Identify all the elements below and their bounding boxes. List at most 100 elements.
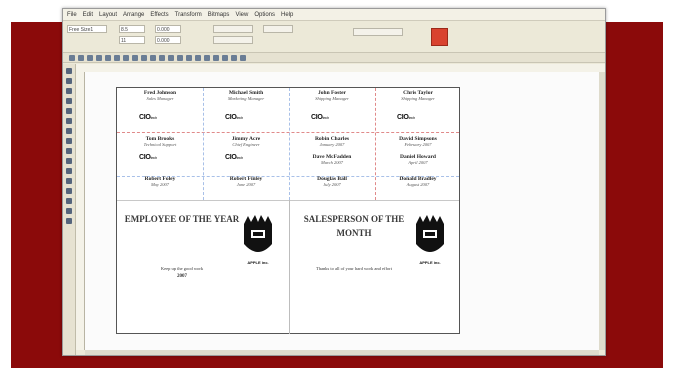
drawing-canvas[interactable]: Fred Johnson Sales Manager Michael Smith… bbox=[85, 72, 599, 350]
ellipse-tool-icon[interactable] bbox=[66, 128, 72, 134]
standard-toolbar bbox=[63, 53, 605, 63]
company-logo: CIOtech bbox=[139, 154, 157, 161]
company-logo: CIOtech bbox=[225, 114, 243, 121]
name-tag-card[interactable]: Donald Bradley August 2007 bbox=[375, 176, 461, 187]
align-left-icon[interactable] bbox=[168, 54, 174, 61]
page-size-select[interactable]: Free Size1 bbox=[67, 25, 107, 33]
company-logo: CIOtech bbox=[225, 154, 243, 161]
y-position-field[interactable]: 0.000 bbox=[155, 36, 181, 44]
import-icon[interactable] bbox=[150, 54, 156, 61]
rectangle-tool-icon[interactable] bbox=[66, 118, 72, 124]
group-icon[interactable] bbox=[195, 54, 201, 61]
freehand-tool-icon[interactable] bbox=[66, 108, 72, 114]
crest-label: APPLE inc. bbox=[419, 260, 441, 265]
award-certificate[interactable]: EMPLOYEE OF THE YEAR Keep up the good wo… bbox=[117, 200, 289, 334]
name-tag-card[interactable]: Robert Finley June 2007 bbox=[203, 176, 289, 187]
name-tag-card[interactable]: David Simpsons February 2007 bbox=[375, 136, 461, 147]
crop-tool-icon[interactable] bbox=[66, 88, 72, 94]
menu-help[interactable]: Help bbox=[281, 12, 293, 18]
company-logo: CIOtech bbox=[311, 114, 329, 121]
align-center-icon[interactable] bbox=[177, 54, 183, 61]
nudge-field[interactable] bbox=[263, 25, 293, 33]
export-icon[interactable] bbox=[159, 54, 165, 61]
name-tag-card[interactable]: Robin Charles January 2007 bbox=[289, 136, 375, 147]
pick-tool-icon[interactable] bbox=[66, 68, 72, 74]
award-year: 2007 bbox=[177, 274, 187, 279]
rotation-field[interactable] bbox=[213, 36, 253, 44]
copy-icon[interactable] bbox=[114, 54, 120, 61]
property-bar: Free Size1 8.5 11 0.000 0.000 bbox=[63, 22, 605, 53]
dimension-tool-icon[interactable] bbox=[66, 168, 72, 174]
menu-arrange[interactable]: Arrange bbox=[123, 12, 144, 18]
units-select[interactable] bbox=[353, 28, 403, 36]
name-tag-card[interactable]: John Foster Shipping Manager bbox=[289, 90, 375, 101]
guideline[interactable] bbox=[117, 132, 459, 133]
card-title: May 2007 bbox=[150, 182, 170, 187]
name-tag-card[interactable]: Michael Smith Marketing Manager bbox=[203, 90, 289, 101]
cut-icon[interactable] bbox=[105, 54, 111, 61]
new-icon[interactable] bbox=[69, 54, 75, 61]
color-swatch-button[interactable] bbox=[431, 28, 448, 46]
page-height-field[interactable]: 11 bbox=[119, 36, 145, 44]
redo-icon[interactable] bbox=[141, 54, 147, 61]
page-width-field[interactable]: 8.5 bbox=[119, 25, 145, 33]
card-title: January 2007 bbox=[319, 142, 345, 147]
name-tag-card[interactable]: Daniel Howard April 2007 bbox=[375, 154, 461, 165]
x-position-field[interactable]: 0.000 bbox=[155, 25, 181, 33]
paste-icon[interactable] bbox=[123, 54, 129, 61]
menu-effects[interactable]: Effects bbox=[150, 12, 168, 18]
menu-bitmaps[interactable]: Bitmaps bbox=[208, 12, 230, 18]
menu-options[interactable]: Options bbox=[254, 12, 275, 18]
vertical-scrollbar[interactable] bbox=[599, 72, 605, 350]
name-tag-card[interactable]: Jimmy Acre Chief Engineer bbox=[203, 136, 289, 147]
card-title: Marketing Manager bbox=[227, 96, 265, 101]
zoom-tool-icon[interactable] bbox=[66, 98, 72, 104]
fill-tool-icon[interactable] bbox=[66, 218, 72, 224]
table-tool-icon[interactable] bbox=[66, 158, 72, 164]
effects-tool-icon[interactable] bbox=[66, 188, 72, 194]
menu-edit[interactable]: Edit bbox=[83, 12, 93, 18]
name-tag-card[interactable]: Chris Taylor Shipping Manager bbox=[375, 90, 461, 101]
vertical-ruler[interactable] bbox=[76, 72, 85, 350]
zoom-icon[interactable] bbox=[213, 54, 219, 61]
polygon-tool-icon[interactable] bbox=[66, 138, 72, 144]
scale-field[interactable] bbox=[213, 25, 253, 33]
document-page[interactable]: Fred Johnson Sales Manager Michael Smith… bbox=[116, 87, 460, 334]
name-tag-card[interactable]: Douglas Ball July 2007 bbox=[289, 176, 375, 187]
horizontal-scrollbar[interactable] bbox=[85, 350, 599, 355]
drawing-app-window: File Edit Layout Arrange Effects Transfo… bbox=[62, 8, 606, 356]
eyedropper-tool-icon[interactable] bbox=[66, 198, 72, 204]
outline-tool-icon[interactable] bbox=[66, 208, 72, 214]
award-certificate[interactable]: SALESPERSON OF THE MONTH Thanks to all o… bbox=[289, 200, 461, 334]
crest-icon bbox=[244, 215, 272, 252]
award-heading: SALESPERSON OF THE MONTH bbox=[303, 214, 405, 238]
undo-icon[interactable] bbox=[132, 54, 138, 61]
crest-label: APPLE inc. bbox=[247, 260, 269, 265]
open-icon[interactable] bbox=[78, 54, 84, 61]
card-title: March 2007 bbox=[321, 160, 343, 165]
name-tag-card[interactable]: Fred Johnson Sales Manager bbox=[117, 90, 203, 101]
name-tag-card[interactable]: Dave McFadden March 2007 bbox=[289, 154, 375, 165]
fill-icon[interactable] bbox=[231, 54, 237, 61]
crest-icon bbox=[416, 215, 444, 252]
align-right-icon[interactable] bbox=[186, 54, 192, 61]
name-tag-card[interactable]: Robert Foley May 2007 bbox=[117, 176, 203, 187]
shape-tool-icon[interactable] bbox=[66, 78, 72, 84]
card-title: Sales Manager bbox=[146, 96, 174, 101]
menu-transform[interactable]: Transform bbox=[175, 12, 202, 18]
outline-icon[interactable] bbox=[240, 54, 246, 61]
name-tag-card[interactable]: Tom Brooks Technical Support bbox=[117, 136, 203, 147]
menu-file[interactable]: File bbox=[67, 12, 77, 18]
text-tool-icon[interactable] bbox=[66, 148, 72, 154]
ungroup-icon[interactable] bbox=[204, 54, 210, 61]
menu-layout[interactable]: Layout bbox=[99, 12, 117, 18]
connector-tool-icon[interactable] bbox=[66, 178, 72, 184]
print-icon[interactable] bbox=[96, 54, 102, 61]
card-title: Shipping Manager bbox=[315, 96, 349, 101]
save-icon[interactable] bbox=[87, 54, 93, 61]
card-title: June 2007 bbox=[236, 182, 256, 187]
menu-view[interactable]: View bbox=[235, 12, 248, 18]
text-icon[interactable] bbox=[222, 54, 228, 61]
card-title: August 2007 bbox=[406, 182, 430, 187]
card-title: Chief Engineer bbox=[232, 142, 260, 147]
